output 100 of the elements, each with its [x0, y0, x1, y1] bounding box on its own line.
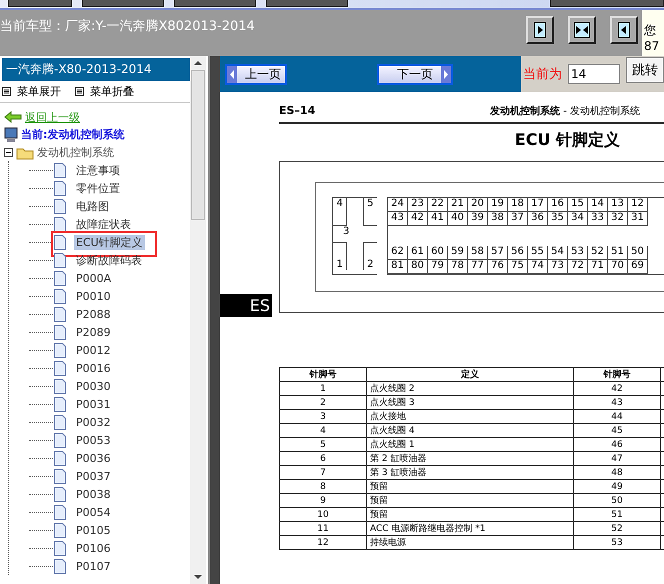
- tree-item[interactable]: 注意事项: [74, 162, 122, 178]
- arrow-right-icon: [534, 22, 546, 38]
- page-number: ES–14: [279, 104, 316, 118]
- arrow-right-icon: [441, 66, 451, 82]
- tree-item[interactable]: 零件位置: [74, 180, 122, 196]
- collapse-toggle-icon[interactable]: [4, 148, 13, 157]
- table-cell: 2: [280, 396, 366, 410]
- pin-number: 75: [508, 260, 528, 274]
- table-cell: 7: [280, 466, 366, 480]
- document-icon: [54, 342, 66, 358]
- table-cell: 点火线圈 1: [366, 438, 574, 452]
- tree-item[interactable]: P0105: [74, 524, 113, 536]
- pin-number: 16: [548, 198, 568, 212]
- tree-item[interactable]: P2089: [74, 326, 113, 338]
- pin-number: 2: [362, 242, 377, 270]
- pin-number: 15: [568, 198, 588, 212]
- page-title: ECU 针脚定义: [514, 130, 620, 151]
- list-icon: [75, 87, 84, 96]
- toolbar-button[interactable]: [266, 0, 348, 7]
- pin-number: 72: [568, 260, 588, 274]
- scrollbar-thumb[interactable]: [191, 70, 205, 220]
- table-cell: 1: [280, 382, 366, 396]
- document-icon: [54, 558, 66, 574]
- tree-item[interactable]: 故障症状表: [74, 216, 133, 232]
- pin-number: 1: [333, 242, 348, 270]
- tree-item[interactable]: P0032: [74, 416, 113, 428]
- tree-item[interactable]: P0010: [74, 290, 113, 302]
- tree-item[interactable]: 电路图: [74, 198, 111, 214]
- pin-number: 81: [388, 260, 408, 274]
- pin-number: 35: [548, 212, 568, 226]
- table-cell: 10: [280, 508, 366, 522]
- folder-icon: [16, 146, 34, 160]
- expand-left-button[interactable]: [610, 16, 638, 44]
- scrollbar[interactable]: [190, 56, 206, 584]
- pin-number: 69: [628, 260, 648, 274]
- table-cell: 47: [574, 452, 660, 466]
- pin-number: 79: [428, 260, 448, 274]
- page-number-field[interactable]: 14: [568, 64, 620, 84]
- document-icon: [54, 270, 66, 286]
- tree-item[interactable]: P0038: [74, 488, 113, 500]
- table-cell: 45: [574, 424, 660, 438]
- pin-number: 60: [428, 246, 448, 260]
- previous-page-button[interactable]: 上一页: [225, 64, 287, 84]
- document-icon: [54, 486, 66, 502]
- tree-item[interactable]: ECU针脚定义: [74, 234, 145, 250]
- toolbar-button[interactable]: [8, 0, 72, 7]
- tree-item[interactable]: P000A: [74, 272, 114, 284]
- tree-item[interactable]: P0107: [74, 560, 113, 572]
- expand-right-button[interactable]: [526, 16, 554, 44]
- next-page-button[interactable]: 下一页: [377, 64, 453, 84]
- pin-number: 54: [548, 246, 568, 260]
- toolbar-button[interactable]: [550, 0, 664, 7]
- tree-item[interactable]: P0016: [74, 362, 113, 374]
- tree-item[interactable]: P0106: [74, 542, 113, 554]
- tree-item[interactable]: P0031: [74, 398, 113, 410]
- table-cell: 预留: [366, 494, 574, 508]
- table-cell: 预留: [366, 508, 574, 522]
- expand-all-link[interactable]: 菜单展开: [2, 84, 61, 99]
- table-cell: 4: [280, 424, 366, 438]
- arrow-left-icon: [618, 22, 630, 38]
- pin-number: 61: [408, 246, 428, 260]
- pin-number: 21: [448, 198, 468, 212]
- toolbar-button[interactable]: [82, 0, 164, 7]
- document-icon: [54, 216, 66, 232]
- tree-item[interactable]: P0036: [74, 452, 113, 464]
- current-page-label: 当前为: [523, 66, 562, 83]
- tree-item[interactable]: P0030: [74, 380, 113, 392]
- back-link[interactable]: 返回上一级: [25, 110, 80, 124]
- pin-number: 42: [408, 212, 428, 226]
- document-icon: [54, 360, 66, 376]
- tree-item[interactable]: 诊断故障码表: [74, 252, 144, 268]
- table-cell: 43: [574, 396, 660, 410]
- splitter[interactable]: [208, 56, 220, 584]
- tree-item[interactable]: 发动机控制系统: [37, 145, 114, 160]
- document-icon: [54, 504, 66, 520]
- table-cell: 点火接地: [366, 410, 574, 424]
- pin-number: 70: [608, 260, 628, 274]
- table-cell: 8: [280, 480, 366, 494]
- current-model-text: 当前车型：厂家:Y-一汽奔腾X802013-2014: [0, 18, 256, 35]
- table-cell: 49: [574, 480, 660, 494]
- split-view-button[interactable]: [568, 16, 596, 44]
- go-button[interactable]: 跳转: [626, 57, 664, 83]
- info-text: 您: [644, 22, 657, 39]
- table-cell: 53: [574, 536, 660, 550]
- table-cell: 6: [280, 452, 366, 466]
- pin-number: 39: [468, 212, 488, 226]
- toolbar-button[interactable]: [174, 0, 256, 7]
- tree-item[interactable]: P0054: [74, 506, 113, 518]
- tree-item[interactable]: P2088: [74, 308, 113, 320]
- pin-number: 22: [428, 198, 448, 212]
- pin-number: 24: [388, 198, 408, 212]
- tree-item[interactable]: P0012: [74, 344, 113, 356]
- pin-number: 53: [568, 246, 588, 260]
- collapse-all-link[interactable]: 菜单折叠: [75, 84, 134, 99]
- pin-number: 33: [588, 212, 608, 226]
- tree-item[interactable]: P0053: [74, 434, 113, 446]
- column-header: 定义: [366, 368, 574, 382]
- pin-number: 19: [488, 198, 508, 212]
- table-cell: 46: [574, 438, 660, 452]
- tree-item[interactable]: P0037: [74, 470, 113, 482]
